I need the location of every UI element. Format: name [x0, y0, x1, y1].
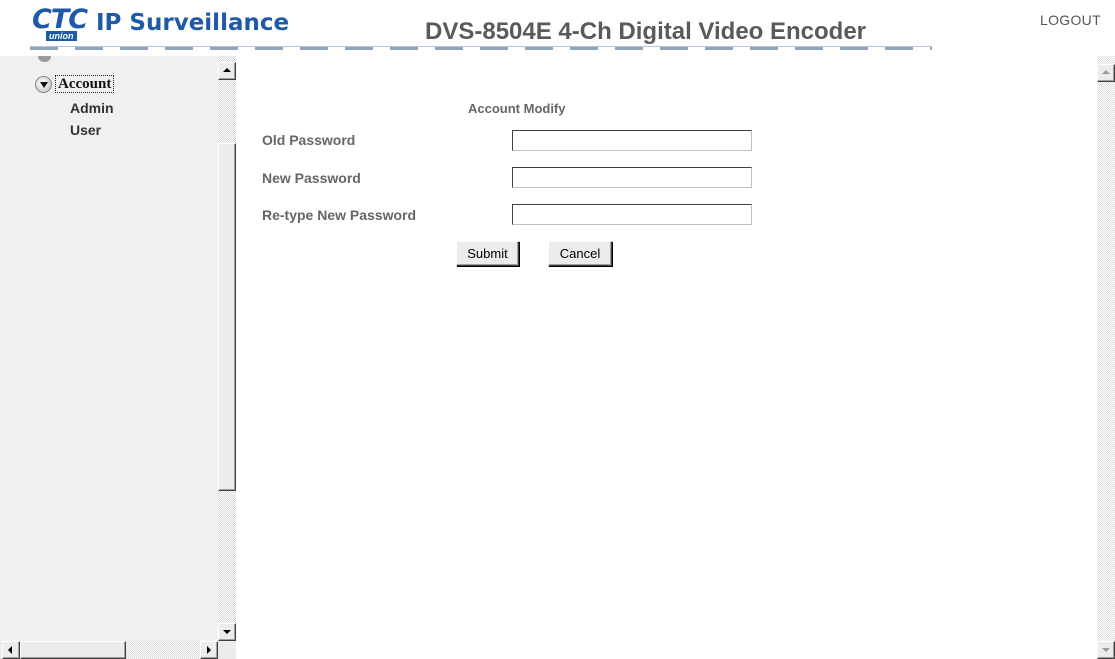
old-password-input[interactable]: [512, 130, 752, 151]
retype-password-label: Re-type New Password: [262, 207, 417, 223]
old-password-label: Old Password: [262, 132, 356, 148]
nav-tree: Account Admin User: [0, 56, 218, 641]
nav-horizontal-scrollbar[interactable]: [0, 641, 218, 659]
scroll-right-button[interactable]: [200, 641, 218, 659]
main-scroll-down-button[interactable]: [1097, 641, 1115, 659]
scroll-thumb[interactable]: [218, 143, 236, 491]
scroll-thumb-horizontal[interactable]: [20, 641, 126, 659]
main-scroll-up-button[interactable]: [1097, 64, 1115, 82]
nav-vertical-scrollbar[interactable]: [218, 56, 236, 641]
main-vertical-scrollbar[interactable]: [1097, 56, 1115, 659]
nav-item-advance-icon: [38, 56, 51, 62]
arrow-left-icon: [8, 646, 12, 654]
logout-link[interactable]: LOGOUT: [1040, 12, 1101, 28]
form-title: Account Modify: [468, 101, 566, 116]
expand-arrow-icon[interactable]: [35, 76, 52, 93]
logo-sub: union: [46, 31, 77, 41]
header: CTC union IP Surveillance DVS-8504E 4-Ch…: [0, 0, 1115, 56]
nav-item-account-label[interactable]: Account: [55, 75, 115, 93]
scroll-left-button[interactable]: [2, 641, 20, 659]
nav-subitem-user[interactable]: User: [70, 122, 101, 138]
arrow-up-icon: [223, 68, 231, 72]
product-title: DVS-8504E 4-Ch Digital Video Encoder: [425, 18, 867, 45]
nav-frame: Account Admin User: [0, 56, 236, 659]
main-frame: Account Modify Old Password New Password…: [236, 56, 1097, 659]
new-password-input[interactable]: [512, 167, 752, 188]
scroll-down-button[interactable]: [218, 623, 236, 641]
arrow-down-icon: [223, 630, 231, 634]
logo-mark: CTC: [32, 4, 88, 35]
brand-title: IP Surveillance: [96, 10, 290, 36]
header-divider-line: [30, 46, 932, 47]
cancel-button[interactable]: Cancel: [548, 241, 612, 266]
arrow-right-icon: [207, 646, 211, 654]
arrow-up-icon: [1102, 70, 1110, 74]
nav-subitem-admin[interactable]: Admin: [70, 100, 114, 116]
retype-password-input[interactable]: [512, 204, 752, 225]
submit-button[interactable]: Submit: [456, 241, 519, 266]
arrow-down-icon: [1102, 648, 1110, 652]
new-password-label: New Password: [262, 170, 361, 186]
scrollbar-corner: [218, 641, 236, 659]
scroll-up-button[interactable]: [218, 62, 236, 80]
